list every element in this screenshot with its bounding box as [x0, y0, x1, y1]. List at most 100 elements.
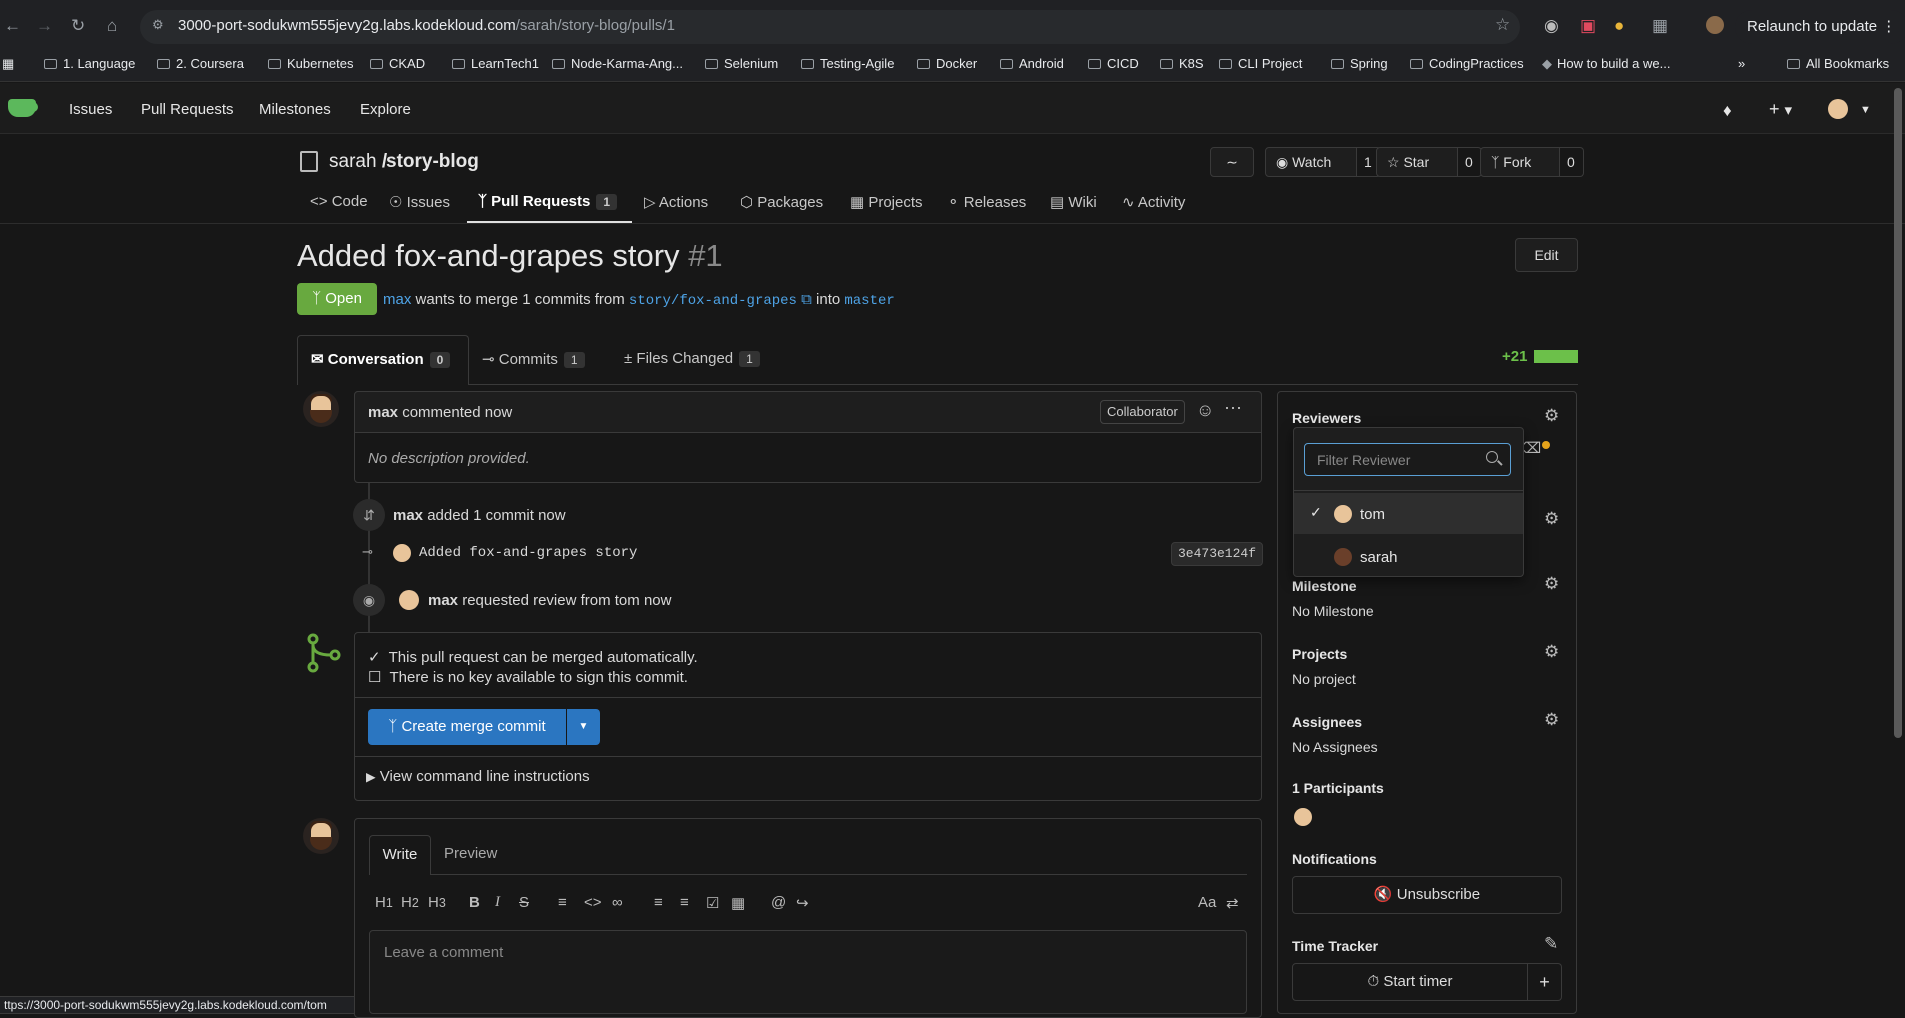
user-avatar-menu[interactable]: [1828, 99, 1848, 119]
tab-releases[interactable]: ⚬ Releases: [947, 193, 1026, 211]
milestone-gear-icon[interactable]: ⚙: [1544, 574, 1559, 594]
pocket-extension-icon[interactable]: ▣: [1580, 16, 1596, 36]
home-icon[interactable]: ⌂: [107, 16, 117, 36]
labels-gear-icon[interactable]: ⚙: [1544, 509, 1559, 529]
repo-owner-link[interactable]: sarah /: [329, 151, 387, 173]
nav-issues[interactable]: Issues: [69, 101, 112, 118]
comment-author-avatar[interactable]: [303, 391, 339, 427]
tab-conversation[interactable]: ✉ Conversation 0: [311, 350, 451, 368]
nav-milestones[interactable]: Milestones: [259, 101, 331, 118]
bulleted-list-icon[interactable]: ≡: [654, 894, 663, 911]
watch-button[interactable]: ◉ Watch: [1265, 147, 1357, 177]
numbered-list-icon[interactable]: ≡: [680, 894, 689, 911]
bookmark-15[interactable]: CodingPractices: [1410, 56, 1524, 71]
bookmark-9[interactable]: Docker: [917, 56, 977, 71]
url-text[interactable]: 3000-port-sodukwm555jevy2g.labs.kodeklou…: [178, 17, 675, 34]
bookmark-14[interactable]: Spring: [1331, 56, 1388, 71]
bookmark-6[interactable]: Node-Karma-Ang...: [552, 56, 683, 71]
tab-actions[interactable]: ▷ Actions: [644, 193, 708, 211]
edit-button[interactable]: Edit: [1515, 238, 1578, 272]
tab-issues[interactable]: ☉ Issues: [389, 193, 450, 211]
bookmark-10[interactable]: Android: [1000, 56, 1064, 71]
tab-activity[interactable]: ∿ Activity: [1122, 193, 1185, 211]
reload-icon[interactable]: ↻: [71, 16, 85, 36]
heading1-icon[interactable]: H1: [375, 894, 393, 911]
apps-grid-icon[interactable]: ▦: [2, 56, 14, 72]
more-bookmarks-icon[interactable]: »: [1738, 56, 1745, 71]
reviewers-gear-icon[interactable]: ⚙: [1544, 406, 1559, 426]
task-list-icon[interactable]: ☑: [706, 894, 719, 912]
repo-name-link[interactable]: story-blog: [386, 151, 479, 173]
user-menu-chevron-icon[interactable]: ▼: [1860, 104, 1871, 116]
color-extension-icon[interactable]: ●: [1614, 16, 1624, 36]
reviewer-name-tom[interactable]: tom: [1360, 506, 1385, 523]
filter-reviewer-input[interactable]: Filter Reviewer: [1304, 443, 1511, 476]
all-bookmarks[interactable]: All Bookmarks: [1787, 56, 1889, 71]
commit-sha-link[interactable]: 3e473e124f: [1171, 542, 1264, 566]
bookmark-8[interactable]: Testing-Agile: [801, 56, 894, 71]
heading3-icon[interactable]: H3: [428, 894, 446, 911]
create-merge-commit-button[interactable]: ᛉ Create merge commit: [368, 709, 566, 745]
create-plus-icon[interactable]: + ▾: [1769, 99, 1792, 120]
text-size-toggle[interactable]: Aa: [1198, 894, 1216, 911]
bookmark-7[interactable]: Selenium: [705, 56, 778, 71]
star-count[interactable]: 0: [1457, 147, 1482, 177]
link-icon[interactable]: ∞: [612, 894, 623, 911]
extensions-icon[interactable]: ▦: [1652, 16, 1668, 36]
commit-author-avatar[interactable]: [393, 544, 411, 562]
bookmark-13[interactable]: CLI Project: [1219, 56, 1302, 71]
reviewer-option-tom[interactable]: [1294, 493, 1523, 534]
quote-icon[interactable]: ≡: [558, 894, 567, 911]
camera-extension-icon[interactable]: ◉: [1544, 16, 1559, 36]
comment-menu-icon[interactable]: ⋯: [1224, 398, 1242, 419]
code-icon[interactable]: <>: [584, 894, 602, 911]
italic-icon[interactable]: I: [495, 894, 500, 911]
reviewer-option-sarah[interactable]: sarah: [1360, 549, 1398, 566]
tab-code[interactable]: <> Code: [310, 193, 368, 210]
bookmark-4[interactable]: CKAD: [370, 56, 425, 71]
copy-branch-icon[interactable]: ⧉: [801, 291, 812, 308]
merge-style-dropdown[interactable]: ▼: [567, 709, 600, 745]
commit-message-link[interactable]: Added fox-and-grapes story: [419, 545, 637, 561]
unsubscribe-button[interactable]: 🔇 Unsubscribe: [1292, 876, 1562, 914]
star-button[interactable]: ☆ Star: [1376, 147, 1458, 177]
bookmark-3[interactable]: Kubernetes: [268, 56, 354, 71]
fork-count[interactable]: 0: [1559, 147, 1584, 177]
bookmark-1[interactable]: 1. Language: [44, 56, 135, 71]
projects-gear-icon[interactable]: ⚙: [1544, 642, 1559, 662]
bookmark-star-icon[interactable]: ☆: [1495, 15, 1510, 35]
site-info-icon[interactable]: ⚙: [152, 17, 164, 33]
forward-icon[interactable]: →: [36, 16, 53, 36]
tab-preview[interactable]: Preview: [444, 845, 497, 862]
tab-wiki[interactable]: ▤ Wiki: [1050, 193, 1097, 211]
fork-button[interactable]: ᛉ Fork: [1480, 147, 1560, 177]
assignees-gear-icon[interactable]: ⚙: [1544, 710, 1559, 730]
profile-avatar[interactable]: [1706, 16, 1724, 34]
head-branch-link[interactable]: story/fox-and-grapes: [629, 293, 797, 309]
back-icon[interactable]: ←: [4, 16, 21, 36]
comment-textarea[interactable]: Leave a comment: [369, 930, 1247, 1014]
bold-icon[interactable]: B: [469, 894, 480, 911]
nav-pull-requests[interactable]: Pull Requests: [141, 101, 234, 118]
heading2-icon[interactable]: H2: [401, 894, 419, 911]
bookmark-5[interactable]: LearnTech1: [452, 56, 539, 71]
bookmark-2[interactable]: 2. Coursera: [157, 56, 244, 71]
bookmark-12[interactable]: K8S: [1160, 56, 1204, 71]
tab-write[interactable]: Write: [369, 835, 431, 875]
base-branch-link[interactable]: master: [844, 293, 894, 309]
review-author-avatar[interactable]: [399, 590, 419, 610]
bookmark-16[interactable]: ◆ How to build a we...: [1542, 56, 1670, 72]
cross-reference-icon[interactable]: ↪: [796, 894, 809, 912]
tab-pull-requests[interactable]: ᛉ Pull Requests 1: [478, 193, 618, 210]
page-scrollbar[interactable]: [1894, 88, 1902, 738]
switch-editor-icon[interactable]: ⇄: [1226, 894, 1239, 912]
cli-instructions-toggle[interactable]: ▶ View command line instructions: [366, 768, 590, 785]
nav-explore[interactable]: Explore: [360, 101, 411, 118]
participant-avatar[interactable]: [1294, 808, 1312, 826]
tab-packages[interactable]: ⬡ Packages: [740, 193, 823, 211]
edit-pencil-icon[interactable]: ✎: [1544, 934, 1558, 954]
current-user-avatar[interactable]: [303, 818, 339, 854]
table-icon[interactable]: ▦: [731, 894, 745, 912]
pr-author-link[interactable]: max: [383, 291, 411, 308]
add-time-button[interactable]: +: [1528, 963, 1562, 1001]
